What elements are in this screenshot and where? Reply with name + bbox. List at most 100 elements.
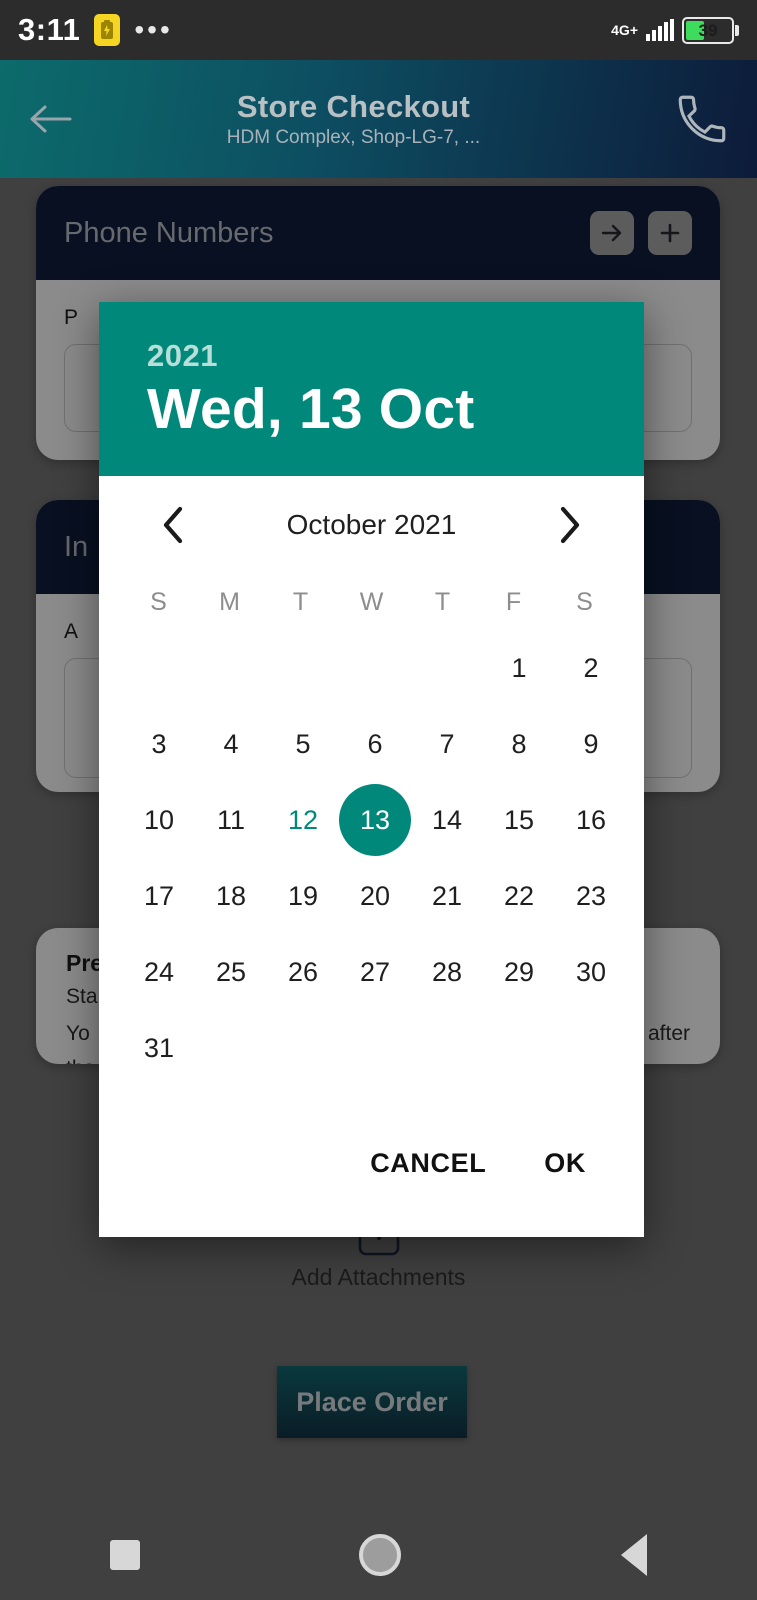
calendar-month-label: October 2021 [286, 509, 457, 540]
calendar-day-8[interactable]: 8 [483, 706, 555, 782]
phone-numbers-title: Phone Numbers [64, 216, 274, 249]
network-type: 4G+ [611, 21, 638, 38]
app-bar: Store Checkout HDM Complex, Shop-LG-7, .… [0, 60, 757, 178]
calendar-day-label: 5 [295, 728, 311, 759]
calendar-day-2[interactable]: 2 [555, 630, 627, 706]
calendar-weekday: W [359, 587, 384, 616]
calendar-day-9[interactable]: 9 [555, 706, 627, 782]
ok-button[interactable]: OK [544, 1148, 586, 1179]
calendar-day-label: 14 [431, 804, 463, 835]
calendar-day-label: 7 [439, 728, 455, 759]
page-title: Store Checkout [236, 89, 471, 124]
calendar-day-11[interactable]: 11 [195, 782, 267, 858]
calendar-day-16[interactable]: 16 [555, 782, 627, 858]
calendar-day-19[interactable]: 19 [267, 858, 339, 934]
calendar-day-label: 17 [143, 880, 175, 911]
app-bar-titles: Store Checkout HDM Complex, Shop-LG-7, .… [60, 89, 647, 149]
phone-forward-button[interactable] [590, 211, 634, 255]
android-nav-bar [0, 1510, 757, 1600]
date-picker-dialog: 2021 Wed, 13 Oct October 2021 SMTWTFS 12… [99, 302, 644, 1237]
calendar-day-17[interactable]: 17 [123, 858, 195, 934]
phone-add-button[interactable] [648, 211, 692, 255]
calendar-day-label: 31 [143, 1032, 175, 1063]
calendar-day-26[interactable]: 26 [267, 934, 339, 1010]
battery-percent: 39 [698, 20, 718, 40]
calendar-day-label: 21 [431, 880, 463, 911]
calendar-day-label: 4 [223, 728, 239, 759]
preorder-note-line2-left: Yo [66, 1022, 90, 1045]
triangle-back-icon[interactable] [621, 1534, 648, 1576]
calendar-day-22[interactable]: 22 [483, 858, 555, 934]
calendar-day-14[interactable]: 14 [411, 782, 483, 858]
calendar-weekday: T [434, 587, 451, 616]
calendar-day-label: 11 [216, 804, 246, 835]
calendar-day-24[interactable]: 24 [123, 934, 195, 1010]
place-order-button[interactable]: Place Order [277, 1366, 467, 1438]
calendar-weekday: S [150, 587, 167, 616]
place-order-label: Place Order [296, 1386, 448, 1417]
status-time: 3:11 [18, 12, 81, 47]
calendar-day-label: 18 [215, 880, 247, 911]
calendar-day-28[interactable]: 28 [411, 934, 483, 1010]
calendar-weekday: S [576, 587, 593, 616]
calendar-weekday-row: SMTWTFS [123, 574, 620, 630]
calendar-day-empty [339, 630, 411, 706]
calendar-nav: October 2021 [123, 476, 620, 574]
calendar-day-label: 22 [503, 880, 535, 911]
calendar-day-13[interactable]: 13 [339, 782, 411, 858]
add-attachments-label: Add Attachments [291, 1264, 466, 1290]
calendar-day-label: 3 [151, 728, 167, 759]
calendar-day-label: 6 [367, 728, 383, 759]
status-indicators: 4G+ 39 [611, 16, 739, 44]
date-picker-year[interactable]: 2021 [147, 338, 596, 374]
next-month-button[interactable] [542, 497, 598, 553]
calendar-day-15[interactable]: 15 [483, 782, 555, 858]
date-picker-selected-date[interactable]: Wed, 13 Oct [147, 376, 596, 442]
arrow-right-icon [601, 224, 622, 242]
calendar-day-5[interactable]: 5 [267, 706, 339, 782]
calendar-day-label: 23 [575, 880, 607, 911]
cancel-button[interactable]: CANCEL [370, 1148, 486, 1179]
calendar-weekday: F [505, 587, 522, 616]
chevron-right-icon [560, 506, 580, 544]
calendar-day-21[interactable]: 21 [411, 858, 483, 934]
calendar-day-label: 26 [287, 956, 319, 987]
prev-month-button[interactable] [145, 497, 201, 553]
calendar-day-label: 9 [583, 728, 599, 759]
calendar-day-25[interactable]: 25 [195, 934, 267, 1010]
calendar-day-label: 25 [215, 956, 247, 987]
calendar-day-label: 2 [583, 652, 599, 683]
calendar-day-10[interactable]: 10 [123, 782, 195, 858]
chevron-left-icon [163, 506, 183, 544]
calendar-day-1[interactable]: 1 [483, 630, 555, 706]
calendar-day-empty [123, 630, 195, 706]
calendar-day-label: 30 [575, 956, 607, 987]
calendar-day-27[interactable]: 27 [339, 934, 411, 1010]
circle-home-icon[interactable] [359, 1534, 402, 1576]
call-button[interactable] [647, 90, 757, 148]
calendar-day-6[interactable]: 6 [339, 706, 411, 782]
calendar-day-label: 20 [359, 880, 391, 911]
calendar-day-30[interactable]: 30 [555, 934, 627, 1010]
calendar-weekday: T [292, 587, 309, 616]
date-picker-body: October 2021 SMTWTFS 1 2 3 4 5 6 7 8 9 10 11 12 13 14… [99, 476, 644, 1237]
calendar-day-label: 12 [287, 804, 319, 835]
calendar-day-label: 19 [287, 880, 319, 911]
battery-saver-icon [94, 14, 121, 46]
calendar-day-12[interactable]: 12 [267, 782, 339, 858]
calendar-day-label: 29 [503, 956, 535, 987]
phone-numbers-card-header: Phone Numbers [36, 186, 720, 280]
more-dots-icon: ••• [134, 14, 173, 45]
calendar-day-31[interactable]: 31 [123, 1010, 195, 1086]
calendar-day-7[interactable]: 7 [411, 706, 483, 782]
calendar-day-20[interactable]: 20 [339, 858, 411, 934]
calendar-day-label: 28 [431, 956, 463, 987]
calendar-day-23[interactable]: 23 [555, 858, 627, 934]
square-recents-icon[interactable] [109, 1540, 140, 1570]
calendar-day-3[interactable]: 3 [123, 706, 195, 782]
calendar-day-empty [411, 630, 483, 706]
calendar-day-4[interactable]: 4 [195, 706, 267, 782]
calendar-day-label: 8 [511, 728, 527, 759]
calendar-day-29[interactable]: 29 [483, 934, 555, 1010]
calendar-day-18[interactable]: 18 [195, 858, 267, 934]
